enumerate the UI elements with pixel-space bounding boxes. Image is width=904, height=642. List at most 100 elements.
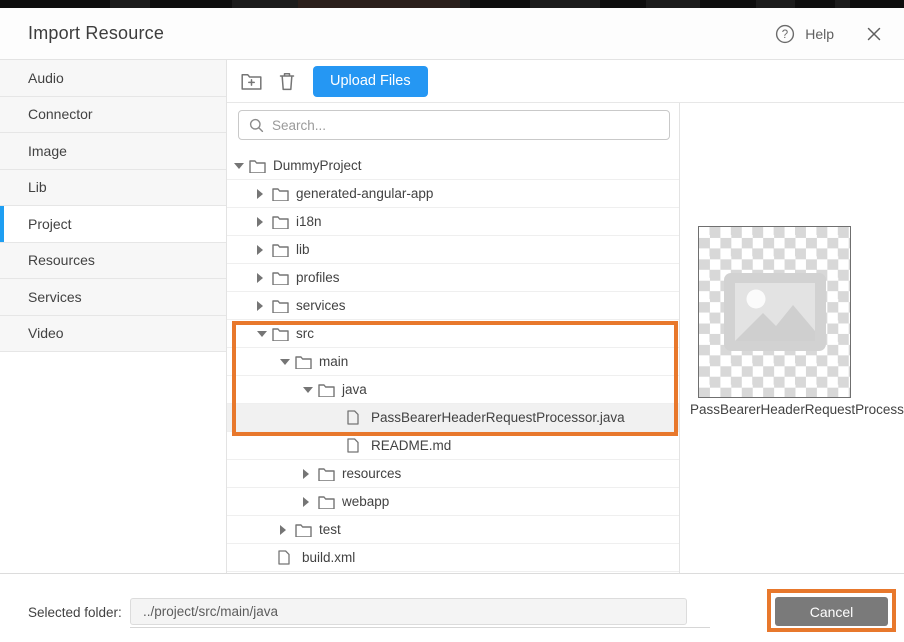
background-segment — [298, 0, 460, 8]
tree-row-label: test — [319, 522, 341, 537]
tree-row-label: java — [342, 382, 367, 397]
folder-icon — [272, 243, 296, 257]
file-icon — [347, 438, 371, 453]
sidebar-item-services[interactable]: Services — [0, 279, 226, 316]
caret-down-icon[interactable] — [257, 331, 272, 337]
preview-panel: PassBearerHeaderRequestProcess — [680, 103, 904, 573]
folder-icon — [249, 159, 273, 173]
help-icon[interactable]: ? — [775, 24, 795, 44]
preview-caption: PassBearerHeaderRequestProcess — [690, 402, 904, 417]
tree-row-profiles[interactable]: profiles — [227, 264, 680, 292]
folder-icon — [318, 495, 342, 509]
background-segment — [470, 0, 530, 8]
tree-row-label: services — [296, 298, 346, 313]
search-input[interactable] — [272, 118, 652, 133]
caret-right-icon[interactable] — [257, 245, 272, 255]
dialog-footer: Selected folder: Cancel — [0, 573, 904, 642]
page-title: Import Resource — [28, 23, 164, 44]
folder-icon — [272, 327, 296, 341]
caret-right-icon[interactable] — [303, 469, 318, 479]
folder-icon — [295, 523, 319, 537]
background-segment — [795, 0, 835, 8]
sidebar-item-label: Video — [28, 325, 64, 341]
sidebar-list: Audio Connector Image Lib Project Resour… — [0, 60, 226, 352]
sidebar-item-connector[interactable]: Connector — [0, 97, 226, 134]
sidebar-item-video[interactable]: Video — [0, 316, 226, 353]
selected-folder-field[interactable] — [130, 598, 687, 625]
tree-row-build-xml[interactable]: build.xml — [227, 544, 680, 572]
folder-icon — [295, 355, 319, 369]
sidebar-item-label: Services — [28, 289, 82, 305]
tree-row-test[interactable]: test — [227, 516, 680, 544]
tree-row-label: PassBearerHeaderRequestProcessor.java — [371, 410, 625, 425]
tree-row-main[interactable]: main — [227, 348, 680, 376]
background-segment — [600, 0, 646, 8]
tree-row-services[interactable]: services — [227, 292, 680, 320]
file-tree-panel: DummyProject generated-angular-app i18n … — [227, 103, 680, 573]
dialog-header: Import Resource ? Help — [0, 8, 904, 60]
sidebar-item-lib[interactable]: Lib — [0, 170, 226, 207]
sidebar-item-label: Connector — [28, 106, 93, 122]
sidebar-item-label: Audio — [28, 70, 64, 86]
file-icon — [347, 410, 371, 425]
tree-row-label: webapp — [342, 494, 389, 509]
caret-right-icon[interactable] — [257, 273, 272, 283]
header-actions: ? Help — [775, 8, 882, 60]
tree-row-resources[interactable]: resources — [227, 460, 680, 488]
tree-row-label: lib — [296, 242, 310, 257]
toolbar: Upload Files — [227, 60, 904, 103]
folder-icon — [272, 215, 296, 229]
sidebar-item-image[interactable]: Image — [0, 133, 226, 170]
folder-icon — [318, 467, 342, 481]
tree-row-label: README.md — [371, 438, 451, 453]
sidebar-item-label: Project — [28, 216, 72, 232]
sidebar-item-label: Image — [28, 143, 67, 159]
caret-right-icon[interactable] — [257, 217, 272, 227]
search-icon — [249, 118, 264, 133]
cancel-button[interactable]: Cancel — [775, 597, 888, 626]
sidebar-item-label: Lib — [28, 179, 47, 195]
tree-row-src[interactable]: src — [227, 320, 680, 348]
tree-row-dummyproject[interactable]: DummyProject — [227, 152, 680, 180]
caret-right-icon[interactable] — [280, 525, 295, 535]
caret-right-icon[interactable] — [303, 497, 318, 507]
upload-files-button[interactable]: Upload Files — [313, 66, 428, 97]
dialog-bottom-edge — [130, 627, 710, 628]
search-box — [238, 110, 670, 140]
tree-row-generated-angular-app[interactable]: generated-angular-app — [227, 180, 680, 208]
tree-row-label: generated-angular-app — [296, 186, 433, 201]
background-segment — [150, 0, 232, 8]
tree-row-label: profiles — [296, 270, 340, 285]
tree-row-java[interactable]: java — [227, 376, 680, 404]
file-icon — [278, 550, 302, 565]
image-placeholder-icon — [723, 272, 827, 352]
tree-row-label: main — [319, 354, 348, 369]
caret-down-icon[interactable] — [303, 387, 318, 393]
caret-down-icon[interactable] — [234, 163, 249, 169]
delete-icon[interactable] — [275, 68, 299, 94]
folder-icon — [318, 383, 342, 397]
tree-row-webapp[interactable]: webapp — [227, 488, 680, 516]
sidebar-item-label: Resources — [28, 252, 95, 268]
tree-row-label: DummyProject — [273, 158, 362, 173]
sidebar-item-resources[interactable]: Resources — [0, 243, 226, 280]
tree-row-i18n[interactable]: i18n — [227, 208, 680, 236]
new-folder-icon[interactable] — [239, 68, 263, 94]
background-segment — [850, 0, 904, 8]
file-tree: DummyProject generated-angular-app i18n … — [227, 152, 680, 572]
caret-right-icon[interactable] — [257, 301, 272, 311]
image-preview — [698, 226, 851, 398]
tree-row-label: i18n — [296, 214, 322, 229]
caret-down-icon[interactable] — [280, 359, 295, 365]
sidebar-item-audio[interactable]: Audio — [0, 60, 226, 97]
help-link[interactable]: Help — [805, 26, 834, 42]
close-icon[interactable] — [866, 26, 882, 42]
category-sidebar: Audio Connector Image Lib Project Resour… — [0, 60, 227, 573]
caret-right-icon[interactable] — [257, 189, 272, 199]
folder-icon — [272, 187, 296, 201]
tree-row-readme-md[interactable]: README.md — [227, 432, 680, 460]
tree-row-lib[interactable]: lib — [227, 236, 680, 264]
sidebar-item-project[interactable]: Project — [0, 206, 226, 243]
tree-row-passbearerheaderrequestprocessor-java[interactable]: PassBearerHeaderRequestProcessor.java — [227, 404, 680, 432]
tree-row-label: src — [296, 326, 314, 341]
